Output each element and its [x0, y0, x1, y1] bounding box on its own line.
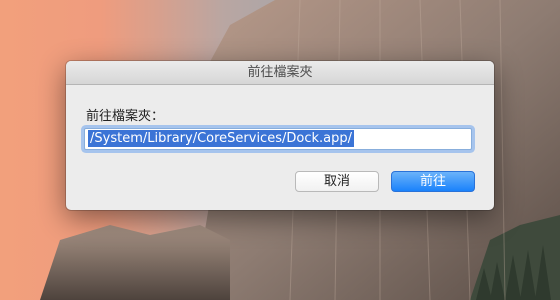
go-button[interactable]: 前往	[391, 171, 475, 192]
go-to-folder-dialog: 前往檔案夾 前往檔案夾： /System/Library/CoreService…	[66, 61, 494, 210]
folder-path-input[interactable]: /System/Library/CoreServices/Dock.app/	[84, 128, 472, 150]
path-text: /System/Library/CoreServices/Dock.app/	[88, 130, 354, 147]
cancel-button[interactable]: 取消	[295, 171, 379, 192]
dialog-title: 前往檔案夾	[66, 61, 494, 85]
prompt-label: 前往檔案夾：	[86, 109, 165, 124]
